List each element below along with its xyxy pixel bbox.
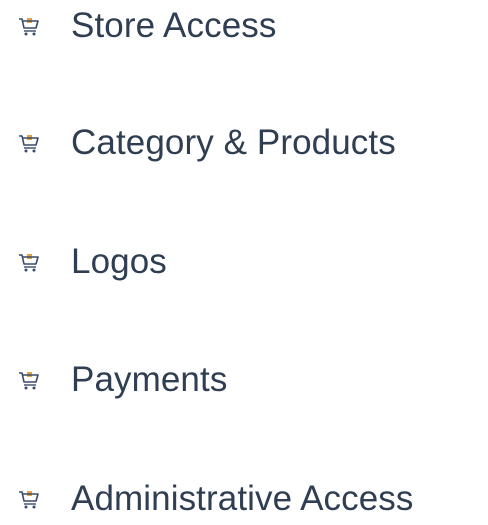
menu-item-label: Store Access [71,6,277,45]
menu-item-label: Logos [71,242,167,281]
menu-item-administrative-access[interactable]: Administrative Access [18,473,414,525]
shopping-cart-icon [19,254,39,272]
shopping-cart-icon [19,18,39,36]
menu-item-logos[interactable]: Logos [18,236,167,288]
shopping-cart-icon [19,135,39,153]
menu-item-label: Payments [71,360,228,399]
menu-item-label: Category & Products [71,123,396,162]
menu-item-payments[interactable]: Payments [18,354,227,406]
shopping-cart-icon [19,372,39,390]
menu-item-category-products[interactable]: Category & Products [18,117,396,169]
shopping-cart-icon [19,491,39,509]
menu-list: Store Access Category & Products Logos P… [0,0,488,518]
menu-item-label: Administrative Access [71,479,414,518]
menu-item-store-access[interactable]: Store Access [18,0,276,52]
